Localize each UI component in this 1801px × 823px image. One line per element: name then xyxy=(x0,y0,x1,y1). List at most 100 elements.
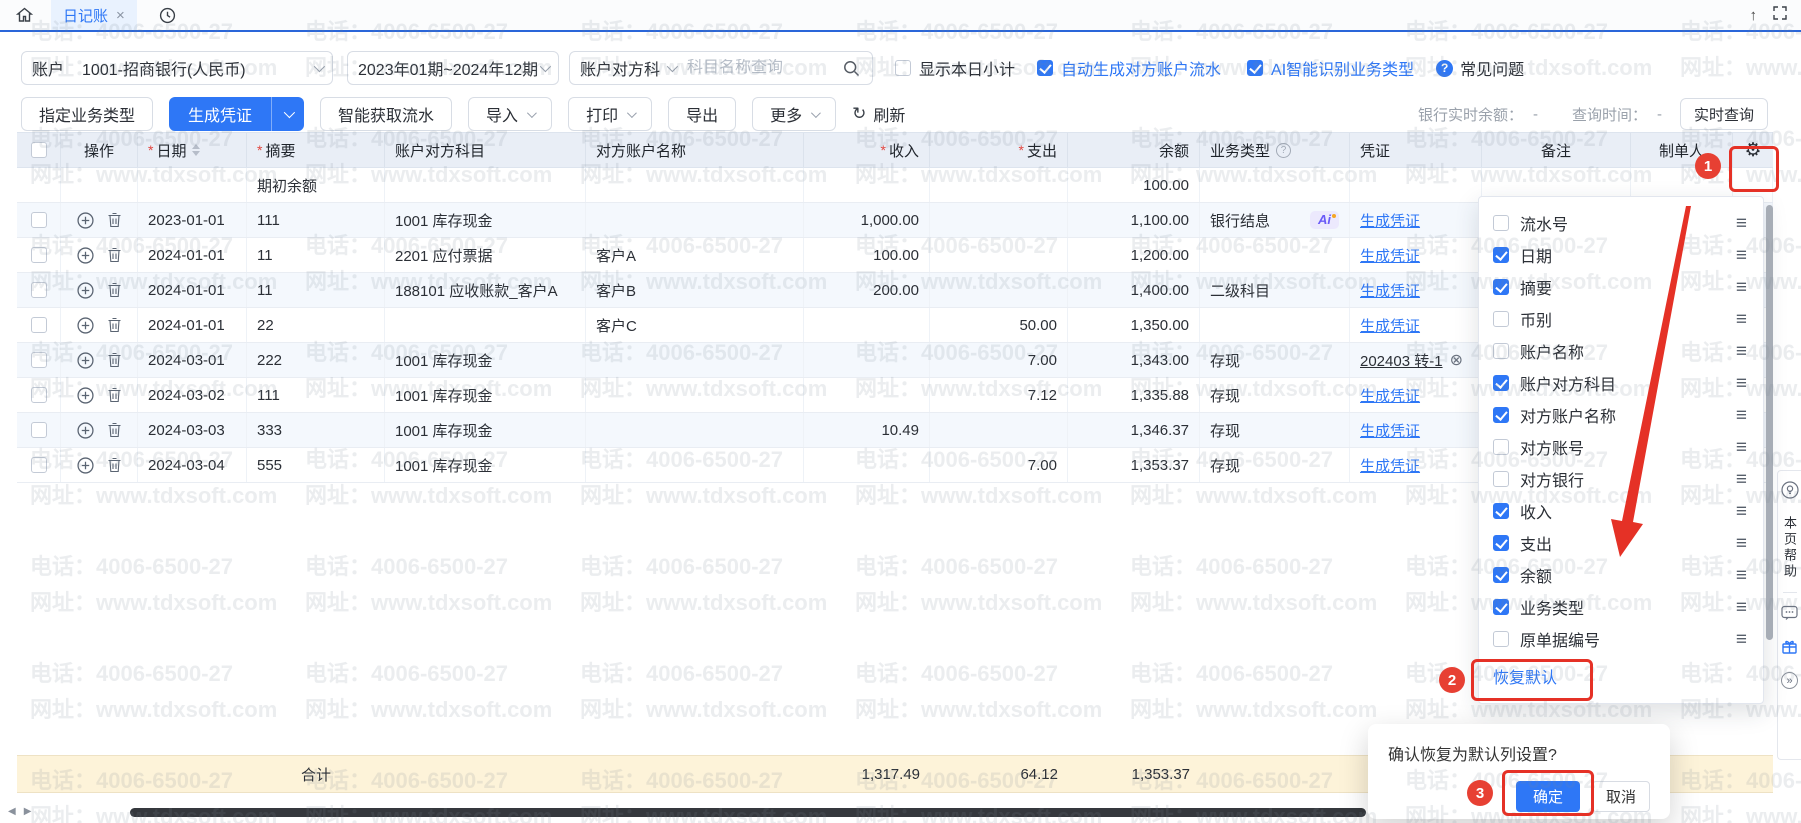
drag-handle-icon[interactable]: ≡ xyxy=(1736,598,1747,617)
column-checkbox[interactable] xyxy=(1493,599,1509,615)
drag-handle-icon[interactable]: ≡ xyxy=(1736,630,1747,649)
delete-row-icon[interactable] xyxy=(107,282,122,298)
drag-handle-icon[interactable]: ≡ xyxy=(1736,566,1747,585)
drag-handle-icon[interactable]: ≡ xyxy=(1736,214,1747,233)
delete-row-icon[interactable] xyxy=(107,387,122,403)
column-checkbox[interactable] xyxy=(1493,407,1509,423)
drag-handle-icon[interactable]: ≡ xyxy=(1736,310,1747,329)
select-all-checkbox[interactable] xyxy=(31,142,47,158)
column-checkbox[interactable] xyxy=(1493,439,1509,455)
generate-voucher-link[interactable]: 生成凭证 xyxy=(1360,315,1420,336)
search-icon[interactable] xyxy=(843,60,860,77)
column-checkbox[interactable] xyxy=(1493,535,1509,551)
column-checkbox[interactable] xyxy=(1493,247,1509,263)
import-button[interactable]: 导入 xyxy=(468,97,552,131)
tab-scroll-arrows[interactable]: ◀▶ xyxy=(8,806,31,817)
delete-row-icon[interactable] xyxy=(107,317,122,333)
history-icon[interactable] xyxy=(159,7,176,24)
add-row-icon[interactable] xyxy=(77,247,94,264)
lightbulb-icon[interactable] xyxy=(1781,481,1799,504)
row-checkbox[interactable] xyxy=(31,247,47,263)
gear-icon[interactable]: ⚙ xyxy=(1744,139,1761,162)
generate-voucher-link[interactable]: 生成凭证 xyxy=(1360,455,1420,476)
delete-row-icon[interactable] xyxy=(107,457,122,473)
faq-link[interactable]: ? 常见问题 xyxy=(1436,56,1524,80)
delete-row-icon[interactable] xyxy=(107,247,122,263)
generate-voucher-link[interactable]: 生成凭证 xyxy=(1360,280,1420,301)
row-checkbox[interactable] xyxy=(31,457,47,473)
print-button[interactable]: 打印 xyxy=(568,97,652,131)
collapse-icon[interactable]: » xyxy=(1781,672,1798,689)
column-checkbox[interactable] xyxy=(1493,311,1509,327)
drag-handle-icon[interactable]: ≡ xyxy=(1736,374,1747,393)
account-select[interactable]: 账户 1001-招商银行(人民币) xyxy=(21,51,333,85)
gift-icon[interactable] xyxy=(1781,638,1798,660)
voucher-number-link[interactable]: 202403 转-1 xyxy=(1360,350,1443,371)
generate-voucher-link[interactable]: 生成凭证 xyxy=(1360,245,1420,266)
more-button[interactable]: 更多 xyxy=(752,97,836,131)
drag-handle-icon[interactable]: ≡ xyxy=(1736,438,1747,457)
drag-handle-icon[interactable]: ≡ xyxy=(1736,342,1747,361)
tab-close-icon[interactable]: × xyxy=(116,8,125,23)
home-icon[interactable] xyxy=(16,7,33,23)
add-row-icon[interactable] xyxy=(77,422,94,439)
drag-handle-icon[interactable]: ≡ xyxy=(1736,470,1747,489)
column-checkbox[interactable] xyxy=(1493,343,1509,359)
add-row-icon[interactable] xyxy=(77,282,94,299)
tab-journal[interactable]: 日记账 × xyxy=(51,0,137,30)
export-button[interactable]: 导出 xyxy=(668,97,736,131)
header-date[interactable]: *日期 xyxy=(138,133,247,167)
fullscreen-icon[interactable] xyxy=(1773,6,1787,25)
column-checkbox[interactable] xyxy=(1493,215,1509,231)
page-help-label[interactable]: 本页帮助 xyxy=(1780,516,1799,580)
drag-handle-icon[interactable]: ≡ xyxy=(1736,406,1747,425)
delete-row-icon[interactable] xyxy=(107,352,122,368)
row-checkbox[interactable] xyxy=(31,387,47,403)
add-row-icon[interactable] xyxy=(77,212,94,229)
generate-voucher-link[interactable]: 生成凭证 xyxy=(1360,420,1420,441)
generate-voucher-dropdown[interactable] xyxy=(271,97,304,131)
feedback-icon[interactable] xyxy=(1781,605,1798,626)
drag-handle-icon[interactable]: ≡ xyxy=(1736,246,1747,265)
subject-search-input[interactable] xyxy=(687,59,827,77)
period-select[interactable]: 2023年01期~2024年12期 xyxy=(347,51,559,85)
column-checkbox[interactable] xyxy=(1493,375,1509,391)
column-checkbox[interactable] xyxy=(1493,279,1509,295)
column-checkbox[interactable] xyxy=(1493,503,1509,519)
row-checkbox[interactable] xyxy=(31,352,47,368)
reset-default-link[interactable]: 恢复默认 xyxy=(1493,664,1557,688)
generate-voucher-button[interactable]: 生成凭证 xyxy=(169,97,304,131)
add-row-icon[interactable] xyxy=(77,387,94,404)
vertical-scrollbar[interactable] xyxy=(1766,205,1773,640)
info-icon[interactable]: ? xyxy=(1276,143,1291,158)
generate-voucher-link[interactable]: 生成凭证 xyxy=(1360,385,1420,406)
realtime-query-button[interactable]: 实时查询 xyxy=(1680,98,1768,130)
row-checkbox[interactable] xyxy=(31,422,47,438)
add-row-icon[interactable] xyxy=(77,352,94,369)
auto-generate-flow-checkbox[interactable] xyxy=(1037,60,1053,76)
drag-handle-icon[interactable]: ≡ xyxy=(1736,278,1747,297)
cancel-button[interactable]: 取消 xyxy=(1592,781,1650,812)
ai-recognize-checkbox[interactable] xyxy=(1247,60,1263,76)
scroll-top-icon[interactable]: ↑ xyxy=(1750,7,1758,24)
row-checkbox[interactable] xyxy=(31,317,47,333)
delete-row-icon[interactable] xyxy=(107,212,122,228)
smart-fetch-button[interactable]: 智能获取流水 xyxy=(320,97,452,131)
column-checkbox[interactable] xyxy=(1493,631,1509,647)
assign-biztype-button[interactable]: 指定业务类型 xyxy=(21,97,153,131)
delete-row-icon[interactable] xyxy=(107,422,122,438)
drag-handle-icon[interactable]: ≡ xyxy=(1736,534,1747,553)
column-checkbox[interactable] xyxy=(1493,567,1509,583)
refresh-button[interactable]: ↻ 刷新 xyxy=(852,102,905,126)
sort-icon[interactable] xyxy=(192,144,200,156)
add-row-icon[interactable] xyxy=(77,317,94,334)
horizontal-scrollbar[interactable] xyxy=(130,808,1366,817)
voucher-delete-icon[interactable]: ⊗ xyxy=(1450,350,1463,370)
subject-type-select[interactable]: 账户对方科 xyxy=(580,56,675,80)
generate-voucher-link[interactable]: 生成凭证 xyxy=(1360,210,1420,231)
row-checkbox[interactable] xyxy=(31,212,47,228)
row-checkbox[interactable] xyxy=(31,282,47,298)
add-row-icon[interactable] xyxy=(77,457,94,474)
confirm-button[interactable]: 确定 xyxy=(1516,781,1580,812)
drag-handle-icon[interactable]: ≡ xyxy=(1736,502,1747,521)
